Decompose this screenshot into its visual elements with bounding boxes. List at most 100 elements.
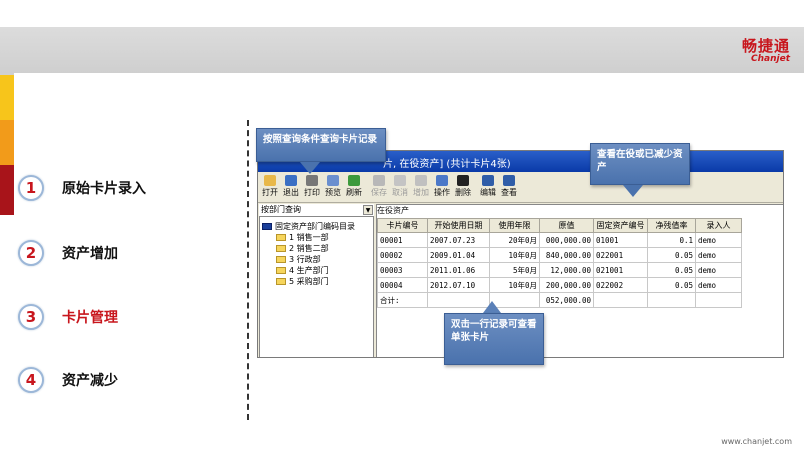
table-cell: 0.05	[647, 247, 696, 263]
column-header[interactable]: 使用年限	[489, 218, 540, 233]
column-header[interactable]: 卡片编号	[377, 218, 428, 233]
preview-label: 预览	[325, 188, 341, 197]
table-cell: demo	[695, 232, 742, 248]
callout-view: 查看在役或已减少资产	[590, 143, 690, 185]
table-cell	[647, 292, 696, 308]
operate-button[interactable]: 操作	[432, 173, 452, 202]
accent-strip-red	[0, 165, 14, 215]
folder-icon	[276, 256, 286, 263]
view-label: 查看	[501, 188, 517, 197]
save-button[interactable]: 保存	[369, 173, 389, 202]
edit-button[interactable]: 编辑	[478, 173, 498, 202]
table-cell: 00001	[377, 232, 428, 248]
refresh-button[interactable]: 刷新	[344, 173, 364, 202]
callout-detail: 双击一行记录可查看单张卡片	[444, 313, 544, 365]
delete-icon	[457, 175, 469, 186]
delete-button[interactable]: 删除	[453, 173, 473, 202]
callout-detail-arrow	[483, 301, 501, 313]
view-button[interactable]: 查看	[499, 173, 519, 202]
cancel-icon	[394, 175, 406, 186]
tree-item[interactable]: 1 销售一部	[262, 232, 355, 243]
folder-icon	[276, 245, 286, 252]
callout-view-arrow	[623, 185, 643, 197]
tree-item[interactable]: 3 行政部	[262, 254, 355, 265]
print-icon	[306, 175, 318, 186]
window-title: 片, 在役资产] (共计卡片4张)	[383, 159, 511, 170]
table-cell: 000,000.00	[539, 232, 594, 248]
table-cell: 00002	[377, 247, 428, 263]
footer-url: www.chanjet.com	[721, 437, 792, 446]
header-band	[0, 27, 804, 73]
table-cell: 01001	[593, 232, 648, 248]
table-row[interactable]: 00004 2012.07.10 10年0月 200,000.00 022002…	[377, 277, 742, 293]
folder-icon	[276, 278, 286, 285]
save-label: 保存	[371, 188, 387, 197]
table-cell: demo	[695, 277, 742, 293]
cancel-button[interactable]: 取消	[390, 173, 410, 202]
menu-label-3: 卡片管理	[62, 310, 118, 326]
menu-item-2[interactable]: 2 资产增加	[18, 240, 118, 266]
menu-number-2: 2	[18, 240, 44, 266]
table-cell: 10年0月	[489, 277, 540, 293]
table-cell: 2012.07.10	[427, 277, 490, 293]
preview-button[interactable]: 预览	[323, 173, 343, 202]
table-total-row: 合计: 052,000.00	[377, 292, 742, 308]
column-header[interactable]: 固定资产编号	[593, 218, 648, 233]
add-button[interactable]: 增加	[411, 173, 431, 202]
open-icon	[264, 175, 276, 186]
table-cell: 2009.01.04	[427, 247, 490, 263]
table-cell: demo	[695, 262, 742, 278]
operate-label: 操作	[434, 188, 450, 197]
preview-icon	[327, 175, 339, 186]
column-header[interactable]: 开始使用日期	[427, 218, 490, 233]
table-cell: 00004	[377, 277, 428, 293]
asset-state-tab[interactable]: 在役资产	[377, 205, 409, 216]
accent-strip-yellow	[0, 75, 14, 120]
column-header[interactable]: 净残值率	[647, 218, 696, 233]
dashed-divider	[247, 120, 249, 420]
exit-button[interactable]: 退出	[281, 173, 301, 202]
table-cell: 0.1	[647, 232, 696, 248]
add-label: 增加	[413, 188, 429, 197]
menu-item-3[interactable]: 3 卡片管理	[18, 304, 118, 330]
table-cell: 2011.01.06	[427, 262, 490, 278]
tree-item[interactable]: 5 采购部门	[262, 276, 355, 287]
edit-icon	[482, 175, 494, 186]
table-cell: demo	[695, 247, 742, 263]
table-cell: 0.05	[647, 277, 696, 293]
table-cell: 2007.07.23	[427, 232, 490, 248]
table-header-row: 卡片编号 开始使用日期 使用年限 原值 固定资产编号 净残值率 录入人	[377, 218, 742, 233]
menu-label-2: 资产增加	[62, 246, 118, 262]
tree-item-label: 4 生产部门	[289, 266, 329, 275]
query-mode-select[interactable]: 按部门查询 ▼	[259, 204, 374, 217]
print-button[interactable]: 打印	[302, 173, 322, 202]
query-mode-value: 按部门查询	[261, 205, 301, 214]
table-cell	[427, 292, 490, 308]
department-tree: 固定资产部门编码目录 1 销售一部 2 销售二部 3 行政部 4 生产部门 5 …	[262, 221, 355, 287]
folder-icon	[262, 223, 272, 230]
table-row[interactable]: 00001 2007.07.23 20年0月 000,000.00 01001 …	[377, 232, 742, 248]
column-header[interactable]: 原值	[539, 218, 594, 233]
open-button[interactable]: 打开	[260, 173, 280, 202]
tree-root[interactable]: 固定资产部门编码目录	[262, 221, 355, 232]
table-cell: 合计:	[377, 292, 428, 308]
delete-label: 删除	[455, 188, 471, 197]
tree-item[interactable]: 4 生产部门	[262, 265, 355, 276]
table-row[interactable]: 00003 2011.01.06 5年0月 12,000.00 021001 0…	[377, 262, 742, 278]
table-cell: 200,000.00	[539, 277, 594, 293]
menu-number-3: 3	[18, 304, 44, 330]
tree-item[interactable]: 2 销售二部	[262, 243, 355, 254]
tree-item-label: 5 采购部门	[289, 277, 329, 286]
table-row[interactable]: 00002 2009.01.04 10年0月 840,000.00 022001…	[377, 247, 742, 263]
callout-view-text: 查看在役或已减少资产	[597, 149, 683, 173]
table-cell: 021001	[593, 262, 648, 278]
table-cell: 00003	[377, 262, 428, 278]
menu-item-4[interactable]: 4 资产减少	[18, 367, 118, 393]
chevron-down-icon[interactable]: ▼	[363, 205, 373, 215]
column-header[interactable]: 录入人	[695, 218, 742, 233]
menu-item-1[interactable]: 1 原始卡片录入	[18, 175, 146, 201]
table-cell: 5年0月	[489, 262, 540, 278]
toolbar: 打开 退出 打印 预览 刷新 保存 取消 增加 操作 删除 编辑 查看	[258, 173, 783, 203]
table-cell: 20年0月	[489, 232, 540, 248]
chanjet-logo: 畅捷通 Chanjet	[742, 35, 790, 64]
